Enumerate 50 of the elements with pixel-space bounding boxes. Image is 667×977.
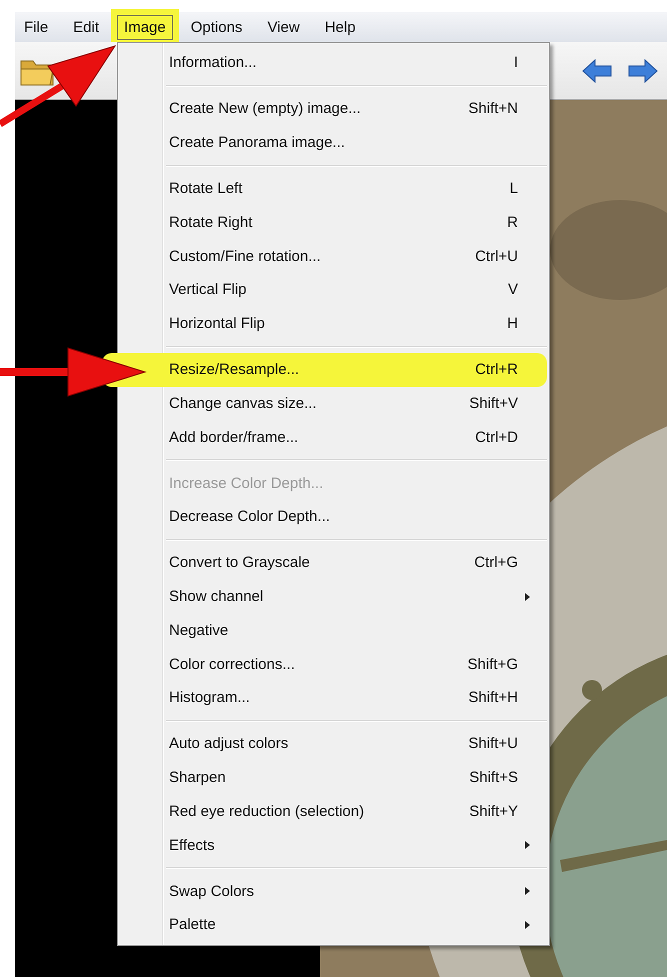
menu-item[interactable]: Convert to Grayscale Ctrl+G — [120, 546, 547, 580]
menu-title[interactable]: Edit — [66, 14, 106, 40]
menu-title[interactable]: View — [260, 14, 307, 40]
menu-item[interactable]: Rotate Left L — [120, 172, 547, 206]
shortcut-label: I — [514, 54, 518, 72]
menu-item[interactable]: Vertical Flip V — [120, 273, 547, 307]
menu-item[interactable]: Negative — [120, 614, 547, 648]
menu-item[interactable]: Horizontal Flip H — [120, 306, 547, 340]
menu-item[interactable]: Create New (empty) image... Shift+N — [120, 92, 547, 126]
menu-item[interactable]: Custom/Fine rotation... Ctrl+U — [120, 239, 547, 273]
shortcut-label: Shift+N — [468, 100, 518, 118]
menu-title[interactable]: Help — [318, 14, 363, 40]
menu-item[interactable]: Resize/Resample... Ctrl+R — [102, 352, 547, 386]
menu-item[interactable]: Palette — [120, 908, 547, 942]
submenu-arrow-icon — [525, 921, 530, 929]
menu-item[interactable]: Rotate Right R — [120, 206, 547, 240]
menu-item[interactable]: Sharpen Shift+S — [120, 760, 547, 794]
shortcut-label: R — [507, 214, 518, 231]
shortcut-label: Shift+S — [469, 769, 518, 786]
menu-item[interactable]: Swap Colors — [120, 874, 547, 908]
menu-item[interactable]: Effects — [120, 828, 547, 862]
shortcut-label: Shift+Y — [469, 802, 518, 820]
shortcut-label: Shift+U — [468, 735, 518, 752]
shortcut-label: Ctrl+U — [475, 248, 518, 265]
forward-arrow-icon[interactable] — [627, 58, 659, 84]
submenu-arrow-icon — [525, 887, 530, 896]
shortcut-label: L — [510, 180, 518, 198]
menu-item[interactable]: Histogram... Shift+H — [120, 681, 547, 715]
shortcut-label: Ctrl+R — [475, 361, 518, 378]
menu-item[interactable]: Create Panorama image... — [120, 126, 547, 160]
menu-item[interactable]: Information... I — [120, 46, 547, 80]
shortcut-label: Shift+H — [468, 689, 518, 706]
menu-title[interactable]: Options — [184, 14, 250, 40]
menu-item[interactable]: Show channel — [120, 580, 547, 614]
menu-item[interactable]: Red eye reduction (selection) Shift+Y — [120, 794, 547, 828]
shortcut-label: Ctrl+D — [475, 428, 518, 446]
submenu-arrow-icon — [525, 592, 530, 601]
menu-item[interactable]: Color corrections... Shift+G — [120, 647, 547, 681]
shortcut-label: Shift+G — [468, 656, 518, 673]
menu-item[interactable]: Add border/frame... Ctrl+D — [120, 420, 547, 454]
menu-title[interactable]: File — [17, 14, 56, 40]
shortcut-label: Shift+V — [469, 394, 518, 412]
menu-item[interactable]: Change canvas size... Shift+V — [120, 386, 547, 420]
shortcut-label: Ctrl+G — [474, 554, 518, 572]
shortcut-label: V — [508, 281, 518, 298]
menu-item[interactable]: Decrease Color Depth... — [120, 500, 547, 534]
shortcut-label: H — [507, 315, 518, 332]
back-arrow-icon[interactable] — [581, 58, 613, 84]
submenu-arrow-icon — [525, 841, 530, 850]
menu-item[interactable]: Auto adjust colors Shift+U — [120, 727, 547, 761]
